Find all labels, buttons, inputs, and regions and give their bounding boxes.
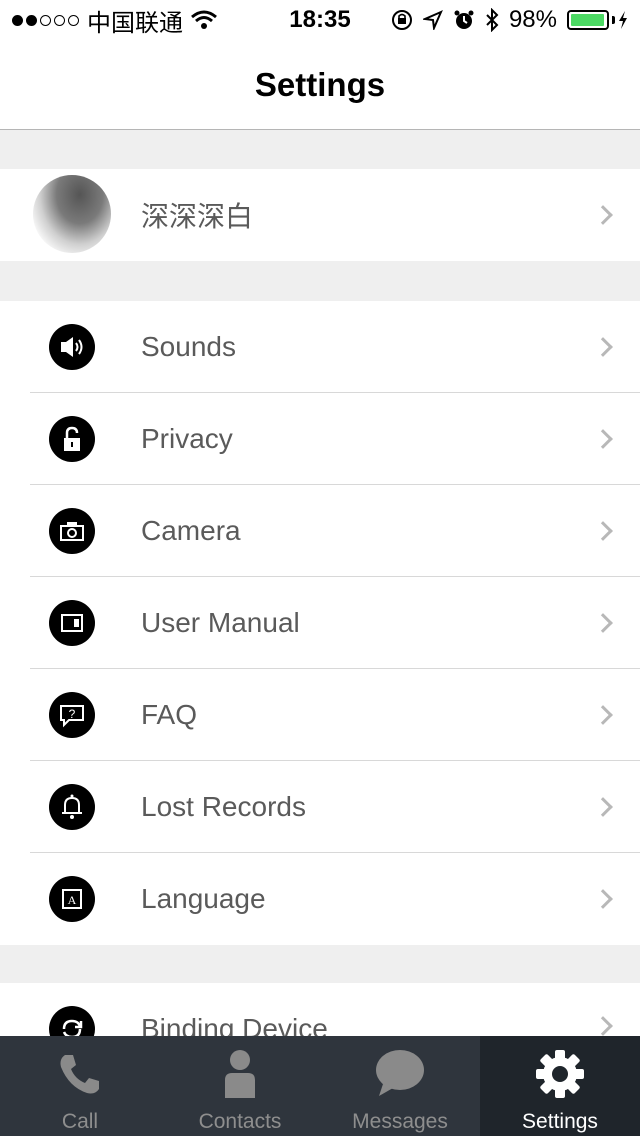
settings-row-label: Language [141,883,266,914]
settings-row-label: Camera [141,515,241,546]
status-right: 98% [391,6,628,34]
gear-icon [534,1048,586,1100]
settings-row-privacy[interactable]: Privacy [0,393,640,485]
bell-icon [49,784,95,830]
settings-row-faq[interactable]: ? FAQ [0,669,640,761]
tab-messages[interactable]: Messages [320,1036,480,1136]
phone-icon [55,1048,105,1100]
question-bubble-icon: ? [49,692,95,738]
battery-fill [571,14,605,26]
settings-row-binding-device[interactable]: Binding Device [0,983,640,1036]
settings-row-label: Binding Device [141,1013,328,1036]
chevron-right-icon [593,889,613,909]
charging-bolt-icon [619,11,627,29]
location-icon [422,10,443,30]
settings-row-label: Sounds [141,331,236,362]
chevron-right-icon [593,1016,613,1036]
language-icon: A [49,876,95,922]
lock-icon [49,416,95,462]
tab-settings[interactable]: Settings [480,1036,640,1136]
settings-row-lost-records[interactable]: Lost Records [0,761,640,853]
tab-label: Contacts [198,1110,282,1133]
status-bar: 中国联通 18:35 98% [0,0,640,40]
page-title: Settings [254,65,386,103]
chat-bubble-icon [373,1048,427,1100]
tab-contacts[interactable]: Contacts [160,1036,320,1136]
profile-name: 深深深白 [141,201,254,232]
tab-bar: Call Contacts Messages Settings [0,1036,640,1136]
tab-label: Messages [352,1110,448,1133]
speaker-icon [49,324,95,370]
settings-row-language[interactable]: A Language [0,853,640,945]
wifi-icon [191,10,217,29]
signal-strength-icon [12,14,79,26]
settings-row-label: Lost Records [141,791,306,822]
settings-row-label: FAQ [141,699,198,730]
chevron-right-icon [593,705,613,725]
camera-icon [49,508,95,554]
settings-row-camera[interactable]: Camera [0,485,640,577]
chevron-right-icon [593,521,613,541]
chevron-right-icon [593,797,613,817]
chevron-right-icon [593,205,613,225]
avatar [33,175,111,253]
bluetooth-icon [486,8,499,32]
chevron-right-icon [593,613,613,633]
battery-percent: 98% [508,6,557,33]
settings-row-sounds[interactable]: Sounds [0,301,640,393]
svg-text:A: A [68,893,77,907]
tab-label: Settings [522,1110,598,1133]
settings-row-label: User Manual [141,607,300,638]
carrier-name: 中国联通 [87,9,183,37]
refresh-icon [49,1006,95,1036]
manual-icon [49,600,95,646]
settings-row-label: Privacy [141,423,233,454]
chevron-right-icon [593,429,613,449]
settings-group: Sounds Privacy Camera User Manual ? FAQ … [0,301,640,945]
rotation-lock-icon [391,10,412,30]
battery-icon [567,10,628,30]
profile-row[interactable]: 深深深白 [0,169,640,261]
status-left: 中国联通 [12,3,217,38]
tab-call[interactable]: Call [0,1036,160,1136]
alarm-icon [454,10,474,29]
settings-row-user-manual[interactable]: User Manual [0,577,640,669]
binding-group: Binding Device [0,983,640,1036]
svg-text:?: ? [69,707,76,721]
person-icon [220,1048,260,1100]
profile-group: 深深深白 [0,169,640,261]
chevron-right-icon [593,337,613,357]
tab-label: Call [61,1110,99,1133]
navigation-bar: Settings [0,40,640,130]
